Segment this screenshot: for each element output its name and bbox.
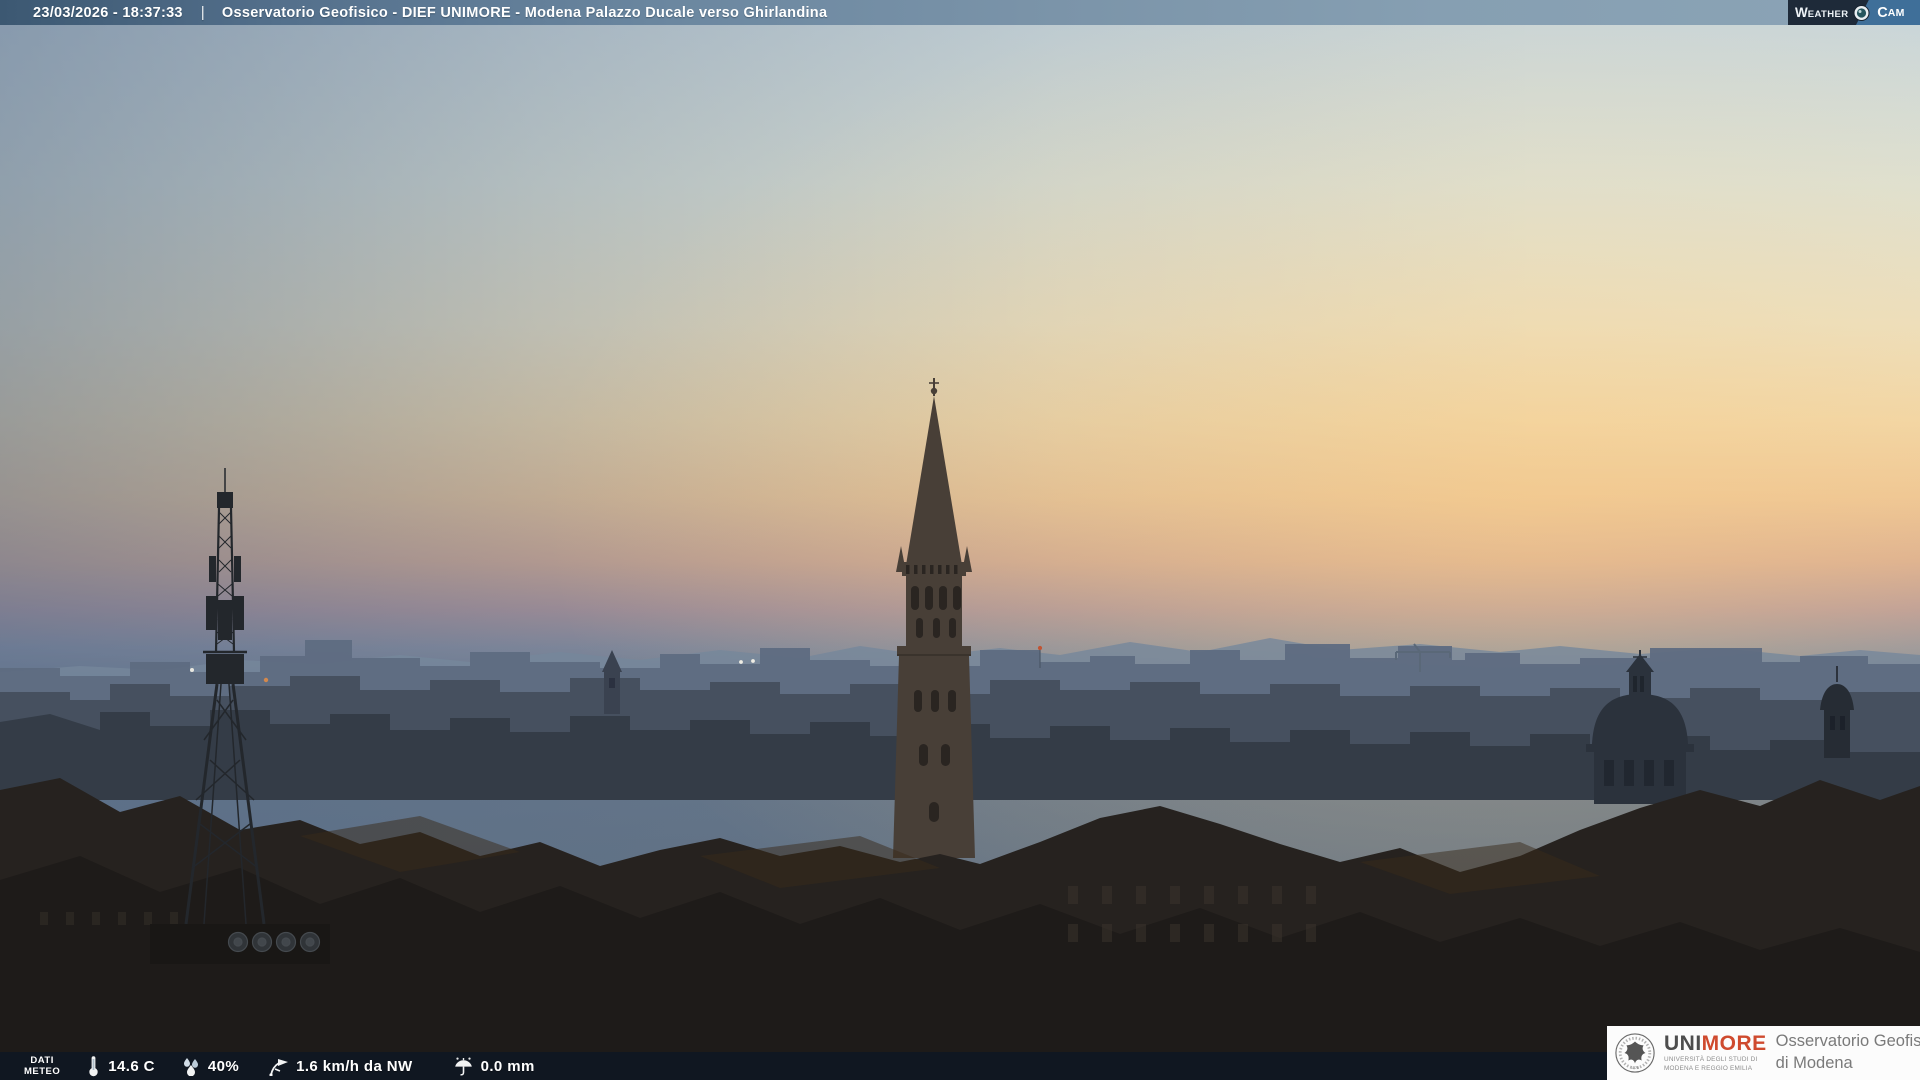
thermometer-icon <box>89 1056 98 1077</box>
weathercam-c: C <box>1877 4 1888 21</box>
dati-meteo-label: DATI METEO <box>24 1055 60 1078</box>
separator: | <box>200 4 205 21</box>
webcam-frame: 23/03/2026 - 18:37:33 | Osservatorio Geo… <box>0 0 1920 1080</box>
temperature-reading: 14.6 C <box>86 1055 155 1077</box>
weathercam-am: AM <box>1887 6 1905 19</box>
unimore-more-text: MORE <box>1701 1031 1767 1055</box>
rain-value: 0.0 mm <box>480 1057 535 1075</box>
dati-text: DATI <box>30 1054 54 1066</box>
unimore-wordmark: UNIMORE UNIVERSITÀ DEGLI STUDI DI MODENA… <box>1664 1033 1767 1073</box>
weathercam-eather: EATHER <box>1807 8 1849 20</box>
top-info-bar: 23/03/2026 - 18:37:33 | Osservatorio Geo… <box>0 0 1920 25</box>
humidity-value: 40% <box>207 1057 240 1075</box>
unimore-uni-text: UNI <box>1664 1031 1702 1055</box>
webcam-scene <box>0 0 1920 1080</box>
webcam-title: Osservatorio Geofisico - DIEF UNIMORE - … <box>221 4 828 21</box>
humidity-reading: 40% <box>181 1057 239 1076</box>
umbrella-icon <box>454 1057 472 1076</box>
weathercam-weather-text: WEATHER <box>1795 4 1849 22</box>
unimore-seal-icon: 1175 <box>1615 1033 1655 1073</box>
datetime-text: 23/03/2026 - 18:37:33 <box>33 4 183 21</box>
observatory-name-line2: di Modena <box>1775 1054 1853 1072</box>
wind-vane-icon <box>269 1058 289 1076</box>
observatory-name: Osservatorio Geofisico di Modena <box>1776 1031 1920 1075</box>
unimore-logo-box: 1175 UNIMORE UNIVERSITÀ DEGLI STUDI DI M… <box>1607 1026 1920 1080</box>
seal-year-text: 1175 <box>1631 1066 1639 1070</box>
unimore-subtitle-line1: UNIVERSITÀ DEGLI STUDI DI <box>1664 1055 1758 1063</box>
wind-value: 1.6 km/h da NW <box>296 1057 413 1075</box>
weathercam-logo: WEATHER C AM <box>1788 0 1920 25</box>
temperature-value: 14.6 C <box>108 1057 155 1075</box>
weathercam-w: W <box>1795 4 1808 20</box>
unimore-subtitle: UNIVERSITÀ DEGLI STUDI DI MODENA E REGGI… <box>1664 1056 1767 1073</box>
wind-reading: 1.6 km/h da NW <box>267 1057 412 1076</box>
lens-icon <box>1853 4 1870 21</box>
rain-reading: 0.0 mm <box>453 1057 535 1076</box>
observatory-name-line1: Osservatorio Geofisico <box>1775 1032 1920 1051</box>
droplets-icon <box>183 1057 198 1076</box>
unimore-subtitle-line2: MODENA E REGGIO EMILIA <box>1664 1064 1753 1072</box>
meteo-text: METEO <box>24 1066 61 1077</box>
